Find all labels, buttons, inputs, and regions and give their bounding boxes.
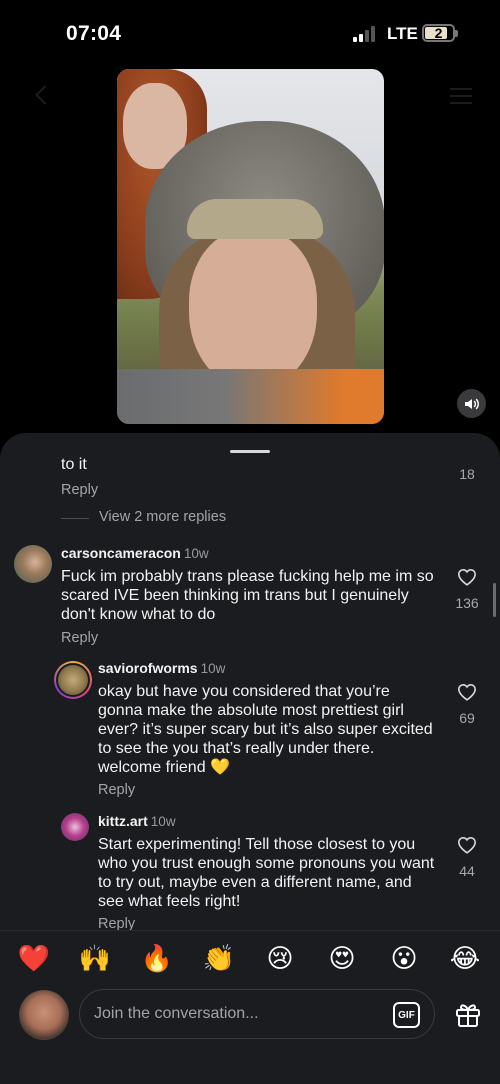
avatar[interactable] <box>14 545 52 583</box>
avatar[interactable] <box>19 990 69 1040</box>
username[interactable]: saviorofworms <box>98 660 198 676</box>
like-count: 44 <box>459 863 475 879</box>
comment-text: okay but have you considered that you’re… <box>98 683 433 776</box>
filter-icon[interactable] <box>450 88 472 108</box>
heart-icon[interactable] <box>457 683 477 701</box>
sheet-grabber[interactable] <box>230 450 270 453</box>
signal-icon <box>353 26 379 42</box>
network-type: LTE <box>387 24 418 43</box>
clock: 07:04 <box>66 22 122 45</box>
divider <box>61 518 89 519</box>
comment-text: to it <box>61 456 87 473</box>
timestamp: 10w <box>183 546 209 561</box>
view-more-replies-button[interactable]: View 2 more replies <box>99 509 226 525</box>
emoji-quick-bar: ❤️ 🙌 🔥 👏 😢 😍 😮 😂 <box>0 930 500 986</box>
gift-icon[interactable] <box>454 1000 482 1028</box>
comment-header: carsoncameracon 10w <box>61 545 209 563</box>
comment-text: Start experimenting! Tell those closest … <box>98 836 435 910</box>
emoji-fire[interactable]: 🔥 <box>139 943 175 973</box>
timestamp: 10w <box>200 661 226 676</box>
speaker-icon[interactable] <box>457 389 486 418</box>
comment-text: Fuck im probably trans please fucking he… <box>61 568 434 623</box>
avatar[interactable] <box>61 813 89 841</box>
reply-button[interactable]: Reply <box>61 630 98 646</box>
comment-header: kittz.art 10w <box>98 813 176 831</box>
like-count: 18 <box>459 466 475 482</box>
emoji-heart-eyes[interactable]: 😍 <box>324 943 360 973</box>
gif-button[interactable]: GIF <box>393 1002 420 1028</box>
comment-composer: GIF <box>0 986 500 1084</box>
like-count: 69 <box>459 710 475 726</box>
username[interactable]: kittz.art <box>98 813 148 829</box>
like-count: 136 <box>455 595 479 611</box>
comment-header: saviorofworms 10w <box>98 660 225 678</box>
video-player[interactable] <box>117 69 384 424</box>
emoji-laughing[interactable]: 😂 <box>447 943 483 973</box>
emoji-raised-hands[interactable]: 🙌 <box>77 943 113 973</box>
heart-icon[interactable] <box>457 836 477 854</box>
emoji-crying[interactable]: 😢 <box>262 943 298 973</box>
scrollbar[interactable] <box>493 583 496 617</box>
heart-icon[interactable] <box>457 568 477 586</box>
comment-input-wrapper[interactable]: GIF <box>79 989 435 1039</box>
comment-input[interactable] <box>94 990 374 1037</box>
emoji-clap[interactable]: 👏 <box>201 943 237 973</box>
username[interactable]: carsoncameracon <box>61 545 181 561</box>
battery-icon: 2 <box>422 24 458 42</box>
back-icon[interactable] <box>35 85 55 105</box>
reply-button[interactable]: Reply <box>61 482 98 498</box>
reply-button[interactable]: Reply <box>98 782 135 798</box>
status-bar: 07:04 LTE 2 <box>0 0 500 68</box>
timestamp: 10w <box>150 814 176 829</box>
emoji-surprised[interactable]: 😮 <box>386 943 422 973</box>
battery-level: 2 <box>434 25 443 41</box>
avatar[interactable] <box>54 661 92 699</box>
emoji-heart[interactable]: ❤️ <box>16 943 52 973</box>
